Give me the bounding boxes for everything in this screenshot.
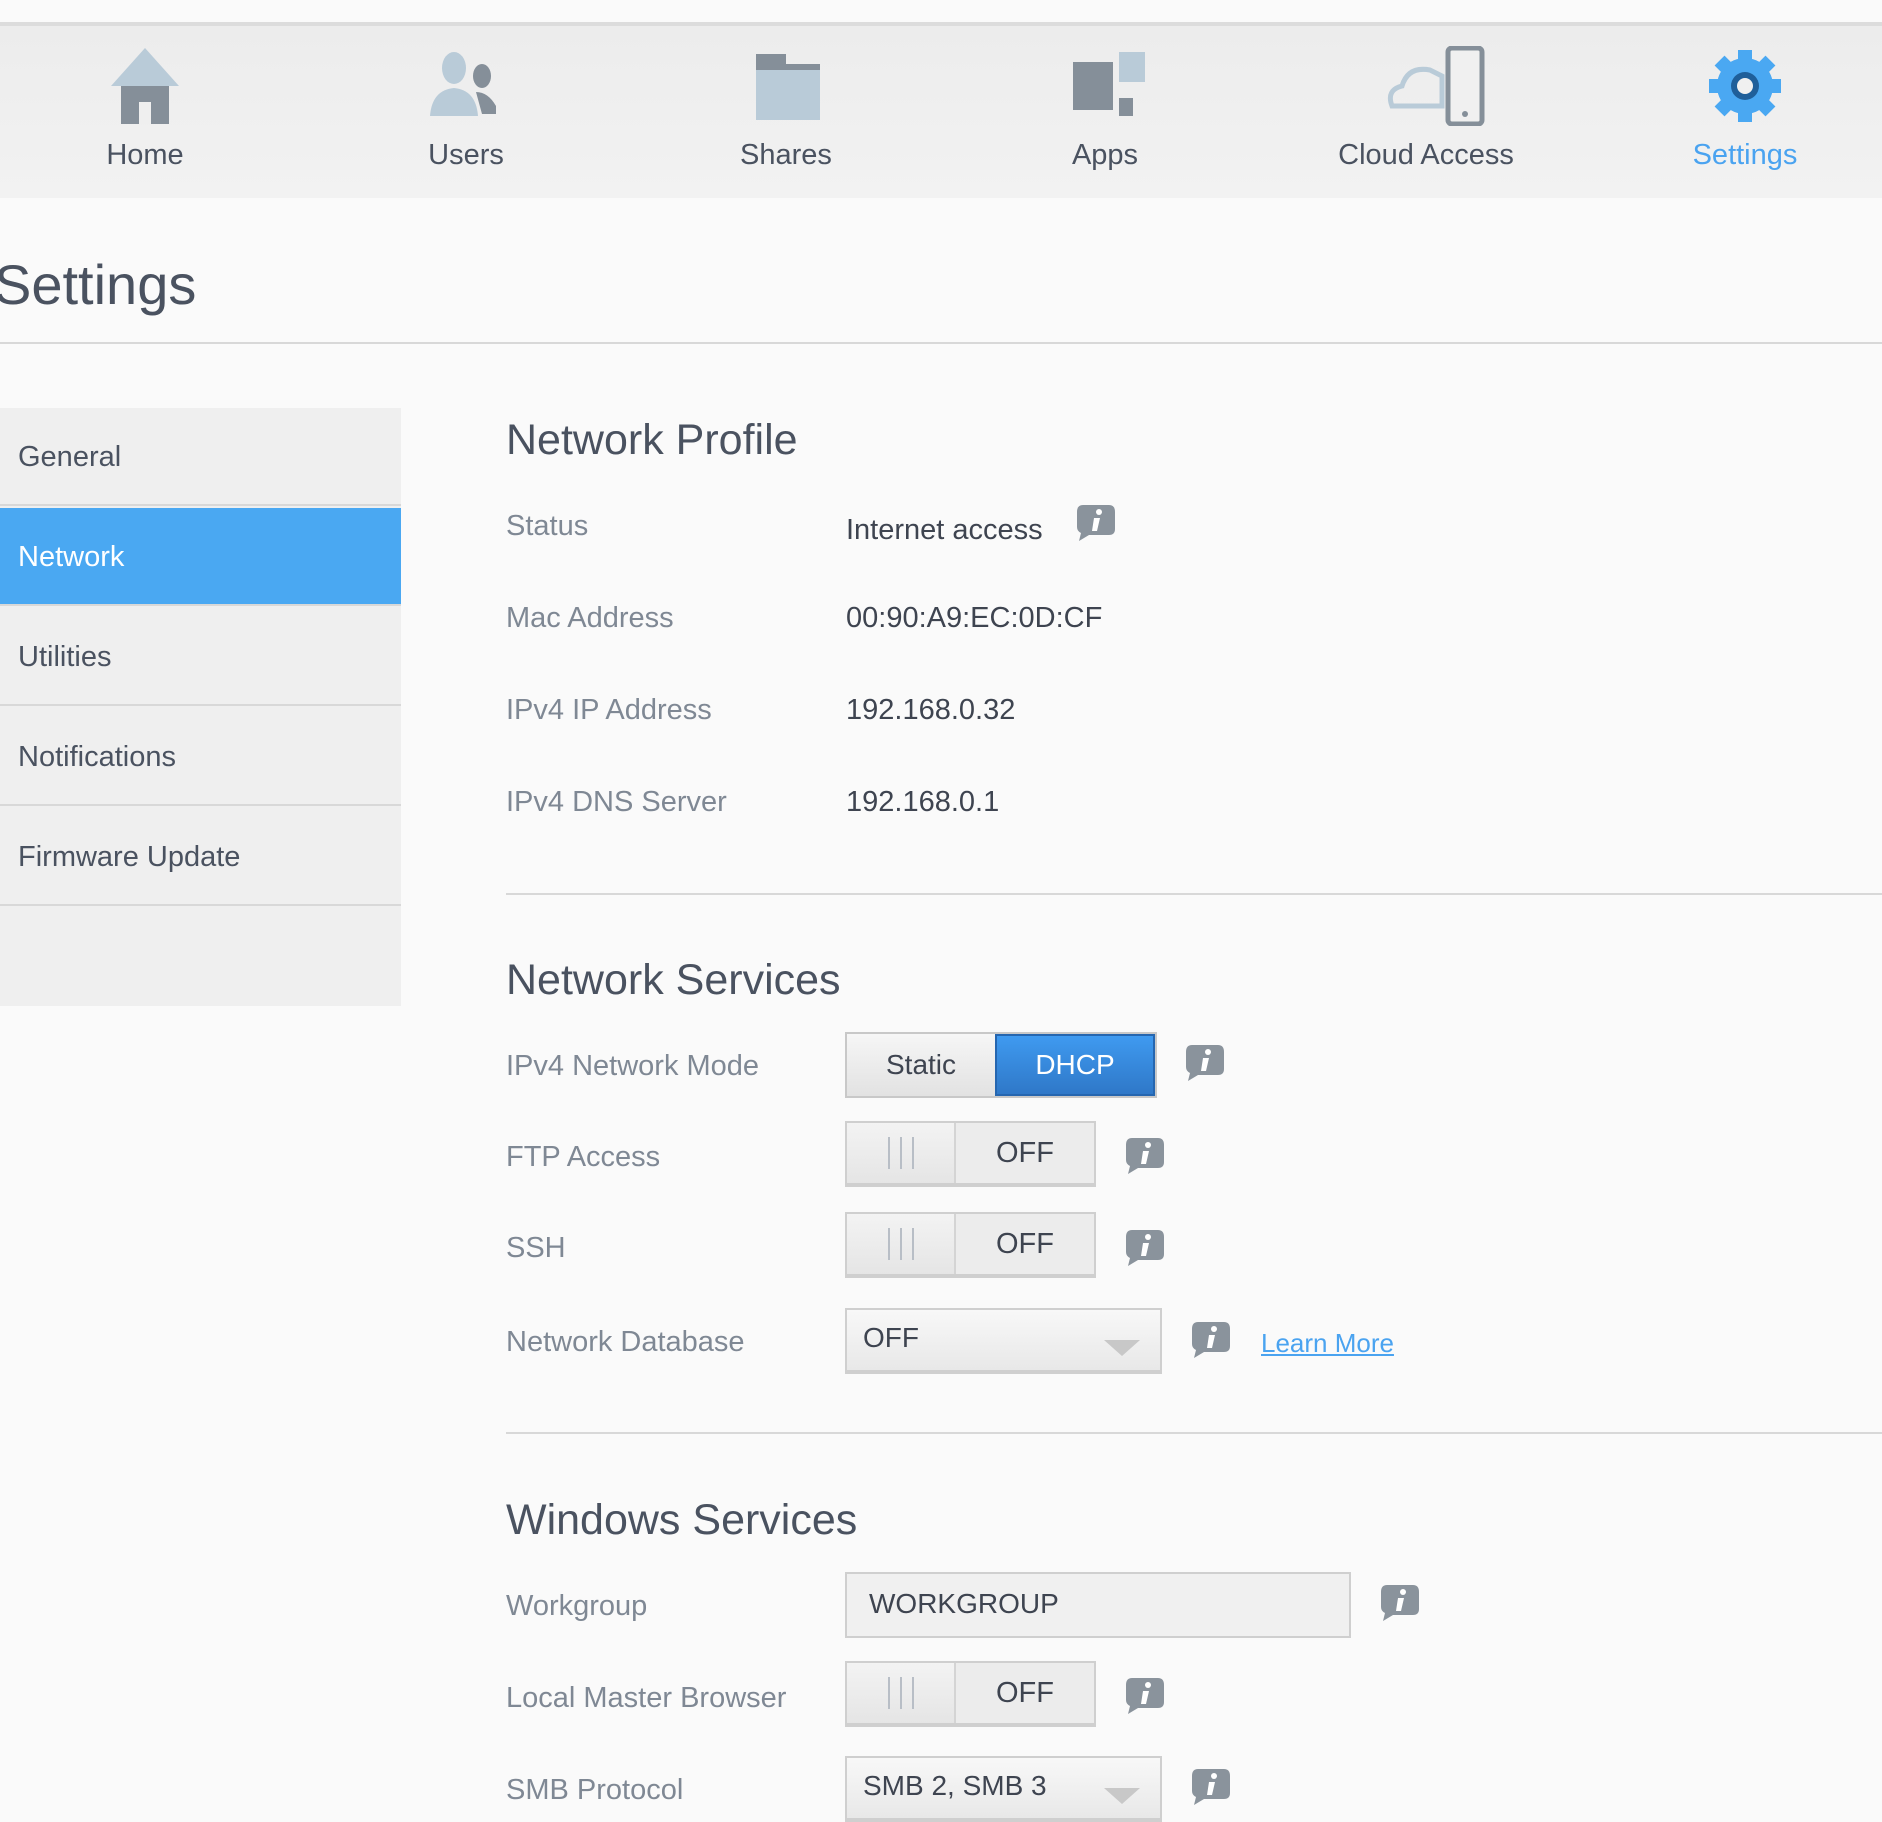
learn-more-link[interactable]: Learn More [1261,1328,1394,1359]
apps-icon [1073,52,1145,116]
ipv4-address-value: 192.168.0.32 [846,694,1016,726]
home-icon [111,48,179,124]
sidebar-item-general[interactable]: General [0,408,401,506]
ssh-state: OFF [996,1227,1054,1260]
mode-static-button[interactable]: Static [847,1034,995,1096]
section-title-network-profile: Network Profile [506,416,798,464]
smb-protocol-label: SMB Protocol [506,1774,684,1806]
shares-folder-icon [756,54,820,120]
network-database-value: OFF [863,1322,919,1353]
sidebar-item-utilities[interactable]: Utilities [0,608,401,706]
sidebar-item-network[interactable]: Network [0,508,401,606]
ipv4-address-label: IPv4 IP Address [506,694,712,726]
nav-cloud-access[interactable]: Cloud Access [1296,26,1556,198]
mode-dhcp-button[interactable]: DHCP [995,1034,1155,1096]
info-icon[interactable] [1124,1676,1166,1716]
info-icon[interactable] [1190,1767,1232,1807]
cloud-access-icon [1387,46,1485,126]
smb-protocol-value: SMB 2, SMB 3 [863,1770,1047,1801]
ssh-toggle[interactable]: OFF [845,1212,1096,1278]
mac-address-value: 00:90:A9:EC:0D:CF [846,602,1103,634]
nav-shares[interactable]: Shares [656,26,916,198]
nav-users[interactable]: Users [336,26,596,198]
nav-apps[interactable]: Apps [975,26,1235,198]
nav-home[interactable]: Home [15,26,275,198]
users-icon [430,52,496,116]
mac-address-label: Mac Address [506,602,674,634]
ipv4-network-mode-label: IPv4 Network Mode [506,1050,760,1082]
section-title-network-services: Network Services [506,956,841,1004]
chevron-down-icon [1104,1788,1140,1804]
page-title: Settings [0,253,197,316]
workgroup-input[interactable]: WORKGROUP [845,1572,1351,1638]
local-master-browser-toggle[interactable]: OFF [845,1661,1096,1727]
info-icon[interactable] [1124,1136,1166,1176]
ipv4-dns-label: IPv4 DNS Server [506,786,727,818]
info-icon[interactable] [1379,1583,1421,1623]
ipv4-network-mode-segmented: Static DHCP [845,1032,1157,1098]
status-value: Internet access [846,514,1043,546]
status-label: Status [506,510,589,542]
section-title-windows-services: Windows Services [506,1496,858,1544]
ftp-state: OFF [996,1136,1054,1169]
sidebar-item-firmware-update[interactable]: Firmware Update [0,808,401,906]
ftp-access-label: FTP Access [506,1141,661,1173]
ftp-access-toggle[interactable]: OFF [845,1121,1096,1187]
lmb-state: OFF [996,1676,1054,1709]
divider [506,1432,1882,1434]
settings-sidebar: General Network Utilities Notifications … [0,408,401,1006]
ipv4-dns-value: 192.168.0.1 [846,786,1000,818]
divider [506,893,1882,895]
smb-protocol-dropdown[interactable]: SMB 2, SMB 3 [845,1756,1162,1822]
info-icon[interactable] [1190,1320,1232,1360]
info-icon[interactable] [1124,1228,1166,1268]
sidebar-item-notifications[interactable]: Notifications [0,708,401,806]
divider [0,342,1882,344]
top-nav-bar: Home Users Shares Apps Cloud Access Sett… [0,22,1882,198]
workgroup-label: Workgroup [506,1590,648,1622]
local-master-browser-label: Local Master Browser [506,1682,787,1714]
toggle-knob[interactable] [847,1663,956,1723]
network-database-label: Network Database [506,1326,745,1358]
chevron-down-icon [1104,1340,1140,1356]
toggle-knob[interactable] [847,1214,956,1274]
info-icon[interactable] [1075,503,1117,543]
toggle-knob[interactable] [847,1123,956,1183]
nav-settings[interactable]: Settings [1615,26,1875,198]
ssh-label: SSH [506,1232,566,1264]
info-icon[interactable] [1184,1043,1226,1083]
gear-icon [1709,50,1781,122]
network-database-dropdown[interactable]: OFF [845,1308,1162,1374]
